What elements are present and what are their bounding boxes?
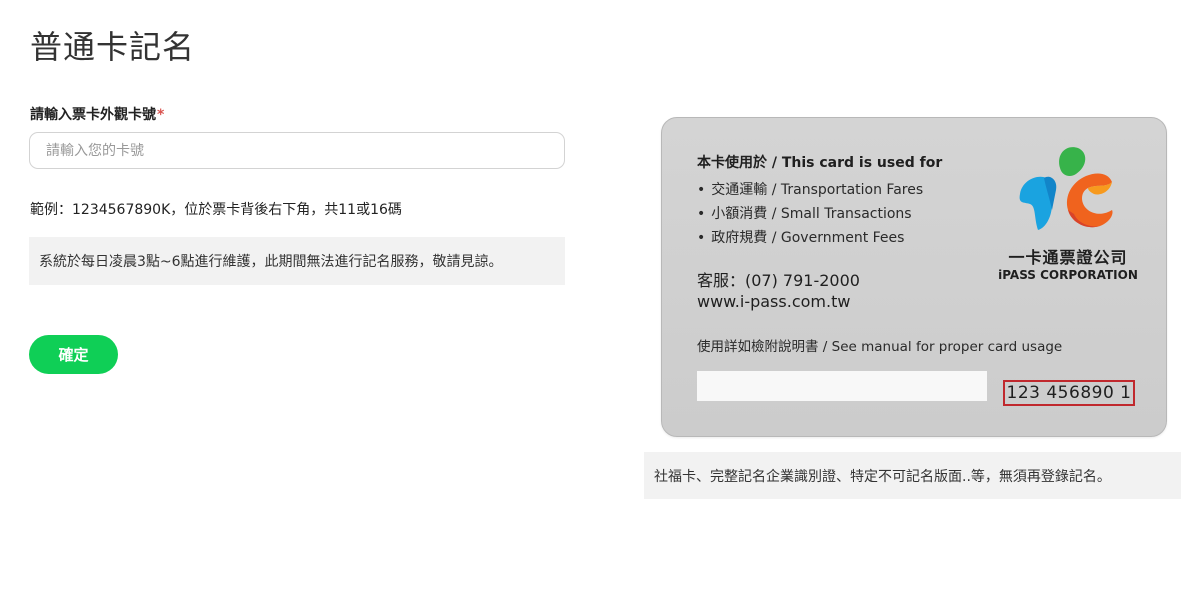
card-website: www.i-pass.com.tw (697, 292, 851, 311)
card-use-item: • 交通運輸 / Transportation Fares (697, 178, 923, 202)
card-illustration: 本卡使用於 / This card is used for • 交通運輸 / Tr… (661, 117, 1167, 437)
card-used-for-heading: 本卡使用於 / This card is used for (697, 155, 943, 171)
bullet-icon: • (697, 206, 706, 222)
bullet-icon: • (697, 230, 706, 246)
confirm-button[interactable]: 確定 (29, 335, 118, 374)
card-use-text: 交通運輸 / Transportation Fares (711, 182, 924, 198)
special-card-note-text: 社福卡、完整記名企業識別證、特定不可記名版面..等，無須再登錄記名。 (654, 468, 1111, 485)
card-use-item: • 政府規費 / Government Fees (697, 226, 923, 250)
card-number-input[interactable] (29, 132, 565, 169)
card-use-item: • 小額消費 / Small Transactions (697, 202, 923, 226)
card-number-label: 請輸入票卡外觀卡號* (30, 104, 164, 124)
card-use-text: 小額消費 / Small Transactions (711, 206, 912, 222)
ipass-logo-icon (1019, 147, 1113, 230)
bullet-icon: • (697, 182, 706, 198)
card-number-example: 範例：1234567890K，位於票卡背後右下角，共11或16碼 (30, 202, 402, 218)
card-use-text: 政府規費 / Government Fees (711, 230, 905, 246)
maintenance-notice-text: 系統於每日凌晨3點~6點進行維護，此期間無法進行記名服務，敬請見諒。 (39, 254, 503, 270)
page-title: 普通卡記名 (30, 28, 196, 66)
required-mark: * (157, 107, 165, 123)
card-number-label-text: 請輸入票卡外觀卡號 (30, 107, 156, 123)
company-name-zh: 一卡通票證公司 (1008, 248, 1128, 267)
card-service-phone: 客服：(07) 791-2000 (697, 271, 860, 290)
card-uses-list: • 交通運輸 / Transportation Fares • 小額消費 / Sma… (697, 178, 923, 250)
signature-strip (697, 371, 987, 401)
company-name-en: iPASS CORPORATION (998, 268, 1138, 282)
card-manual-note: 使用詳如檢附說明書 / See manual for proper card u… (697, 339, 1063, 355)
special-card-note: 社福卡、完整記名企業識別證、特定不可記名版面..等，無須再登錄記名。 (644, 452, 1181, 499)
maintenance-notice: 系統於每日凌晨3點~6點進行維護，此期間無法進行記名服務，敬請見諒。 (29, 237, 565, 285)
card-number-highlight: 123 456890 1 (1003, 380, 1135, 406)
